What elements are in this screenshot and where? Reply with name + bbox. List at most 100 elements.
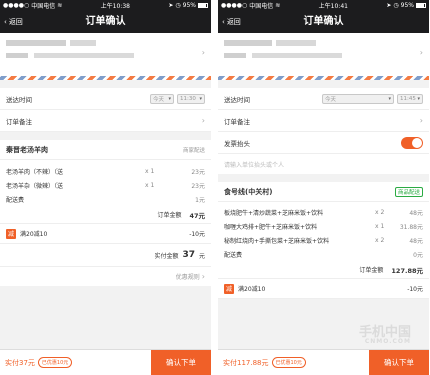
status-time: 上午10:38 xyxy=(100,3,130,10)
location-icon: ➤ xyxy=(386,2,392,9)
back-button[interactable]: ‹ 返回 xyxy=(4,17,23,27)
list-item: 老汤羊杂（微辣）（送 x 1 23元 xyxy=(0,178,211,192)
promo-rules-link[interactable]: 优惠规则 › xyxy=(0,266,211,286)
address-line-redacted xyxy=(34,53,134,58)
item-name: 板烧肥牛+清炒蔬菜+芝麻米饭+饮料 xyxy=(224,209,324,217)
phone-right: ●●●●○ 中国电信 ≋ 上午10:41 ➤ ◷ 95% ‹ 返回 订单确认 › 送达时间… xyxy=(218,0,429,375)
address-phone-redacted xyxy=(70,40,96,46)
item-name: 配送费 xyxy=(6,196,25,204)
alarm-icon: ◷ xyxy=(393,2,399,9)
promo-value: -10元 xyxy=(189,231,205,238)
carrier: 中国电信 xyxy=(31,3,56,10)
status-bar: ●●●●○ 中国电信 ≋ 上午10:38 ➤ ◷ 95% xyxy=(0,0,211,11)
item-name: 秘制红烧肉+手撕包菜+芝麻米饭+饮料 xyxy=(224,237,330,245)
order-note-row[interactable]: 订单备注 › xyxy=(218,110,429,132)
invoice-title-input[interactable]: 请输入单位抬头或个人 xyxy=(218,154,429,174)
order-total-label: 订单金额 xyxy=(359,267,384,274)
battery-percent: 95% xyxy=(400,2,414,9)
order-card: 秦晋老汤羊肉 商家配送 老汤羊肉（不辣）（送 x 1 23元 老汤羊杂（微辣）（送 x… xyxy=(0,140,211,266)
confirm-order-button[interactable]: 确认下单 xyxy=(369,349,429,375)
chevron-right-icon: › xyxy=(419,48,423,57)
item-name: 老汤羊肉（不辣）（送 xyxy=(6,168,64,176)
battery-icon xyxy=(198,3,208,8)
delivery-time-select[interactable]: 11:45 ▾ xyxy=(397,93,423,104)
order-total-value: 47元 xyxy=(189,211,205,220)
address-line-redacted xyxy=(252,53,342,58)
address-card[interactable]: › xyxy=(218,33,429,76)
shop-name: 秦晋老汤羊肉 xyxy=(6,145,48,154)
invoice-toggle[interactable] xyxy=(401,136,423,149)
phone-left: ●●●●○ 中国电信 ≋ 上午10:38 ➤ ◷ 95% ‹ 返回 订单确认 › 送达时间… xyxy=(0,0,211,375)
battery-icon xyxy=(416,3,426,8)
chevron-left-icon: ‹ xyxy=(4,18,7,26)
item-price: 23元 xyxy=(191,182,205,190)
chevron-right-icon: › xyxy=(201,116,205,125)
page-title: 订单确认 xyxy=(85,16,126,27)
delivery-time-label: 送达时间 xyxy=(224,95,250,104)
item-qty: x 2 xyxy=(375,208,385,216)
delivery-day-select[interactable]: 今天 ▾ xyxy=(322,93,394,104)
address-tag-redacted xyxy=(224,53,246,58)
caret-down-icon: ▾ xyxy=(417,95,420,102)
delivery-day-select[interactable]: 今天 ▾ xyxy=(150,93,174,104)
list-item: 配送费 1元 xyxy=(0,192,211,206)
address-name-redacted xyxy=(6,40,66,46)
item-qty: x 1 xyxy=(145,167,155,175)
order-note-label: 订单备注 xyxy=(224,117,250,126)
promo-label: 满20减10 xyxy=(20,231,48,238)
list-item: 秘制红烧肉+手撕包菜+芝麻米饭+饮料 x 2 48元 xyxy=(218,233,429,247)
list-item: 配送费 0元 xyxy=(218,247,429,261)
item-name: 老汤羊杂（微辣）（送 xyxy=(6,182,64,190)
back-button[interactable]: ‹ 返回 xyxy=(222,17,241,27)
item-qty: x 2 xyxy=(375,236,385,244)
alarm-icon: ◷ xyxy=(175,2,181,9)
chevron-right-icon: › xyxy=(201,48,205,57)
order-total-label: 订单金额 xyxy=(157,212,182,219)
carrier: 中国电信 xyxy=(249,3,274,10)
paid-total: 实付117.88元 xyxy=(223,358,269,367)
watermark-logo: 手机中国 CNMO.COM xyxy=(359,326,411,345)
paid-row: 实付金额 37 元 xyxy=(0,244,211,266)
list-item: 板烧肥牛+清炒蔬菜+芝麻米饭+饮料 x 2 48元 xyxy=(218,205,429,219)
nav-bar: ‹ 返回 订单确认 xyxy=(218,11,429,33)
delivery-time-select[interactable]: 11:30 ▾ xyxy=(177,93,205,104)
delivery-day-value: 今天 xyxy=(325,96,337,103)
back-label: 返回 xyxy=(8,18,23,26)
list-item: 咖喱大鸡排+肥牛+芝麻米饭+饮料 x 1 31.88元 xyxy=(218,219,429,233)
paid-unit: 元 xyxy=(198,252,205,260)
discount-badge: 已优惠10元 xyxy=(271,357,306,368)
item-price: 1元 xyxy=(195,196,205,204)
paid-value: 37 xyxy=(182,250,195,260)
promo-row: 减满20减10 -10元 xyxy=(218,279,429,299)
order-note-row[interactable]: 订单备注 › xyxy=(0,110,211,132)
item-name: 配送费 xyxy=(224,251,243,259)
shop-header: 秦晋老汤羊肉 商家配送 xyxy=(0,140,211,160)
page-title: 订单确认 xyxy=(303,16,344,27)
confirm-order-button[interactable]: 确认下单 xyxy=(151,349,211,375)
promo-rules-label: 优惠规则 xyxy=(175,274,200,281)
signal-icon: ●●●●○ xyxy=(221,2,248,9)
caret-down-icon: ▾ xyxy=(168,95,171,102)
checkout-bar: 实付37元 已优惠10元 确认下单 xyxy=(0,349,211,375)
location-icon: ➤ xyxy=(168,2,174,9)
nav-bar: ‹ 返回 订单确认 xyxy=(0,11,211,33)
item-qty: x 1 xyxy=(145,181,155,189)
paid-total: 实付37元 xyxy=(5,358,35,367)
address-card[interactable]: › xyxy=(0,33,211,76)
item-qty: x 1 xyxy=(375,222,385,230)
address-phone-redacted xyxy=(276,40,316,46)
checkout-bar: 实付117.88元 已优惠10元 确认下单 xyxy=(218,349,429,375)
order-total-row: 订单金额 47元 xyxy=(0,206,211,224)
delivery-time-value: 11:45 xyxy=(400,95,416,102)
order-note-label: 订单备注 xyxy=(6,117,32,126)
shop-header: 食号线(中关村) 商品配送 xyxy=(218,182,429,202)
address-name-redacted xyxy=(224,40,272,46)
order-total-row: 订单金额 127.88元 xyxy=(218,261,429,279)
item-price: 23元 xyxy=(191,168,205,176)
order-total-value: 127.88元 xyxy=(391,266,423,275)
delivery-time-row: 送达时间 今天 ▾ 11:45 ▾ xyxy=(218,88,429,110)
item-price: 48元 xyxy=(409,237,423,245)
delivery-time-value: 11:30 xyxy=(180,95,196,102)
item-price: 31.88元 xyxy=(399,223,423,231)
item-price: 48元 xyxy=(409,209,423,217)
